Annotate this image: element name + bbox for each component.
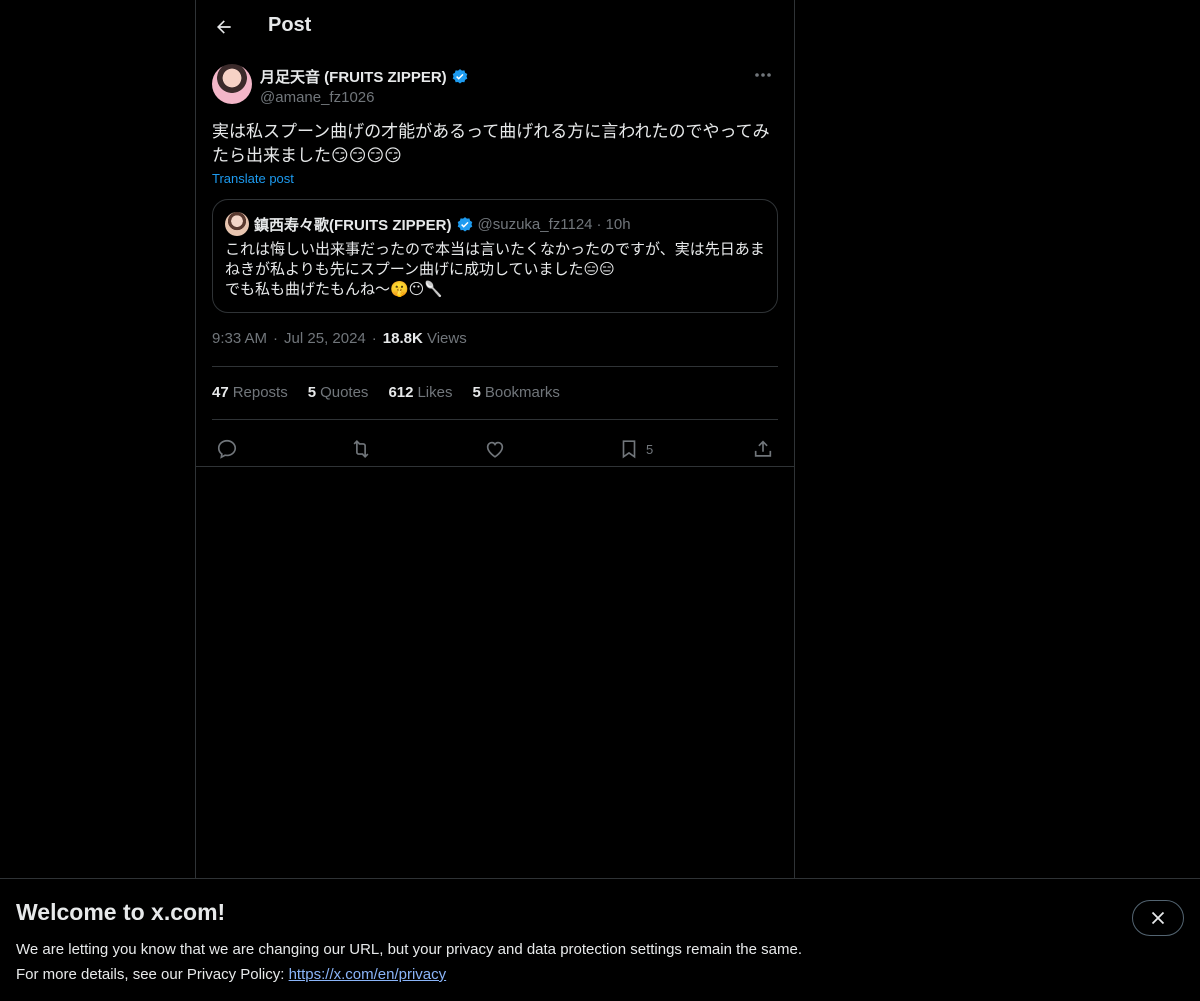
avatar[interactable] (212, 64, 252, 104)
reply-button[interactable] (216, 430, 238, 468)
divider (212, 419, 778, 420)
top-bar: Post (196, 0, 794, 54)
separator-dot: · (371, 330, 377, 347)
back-arrow-icon (214, 17, 234, 37)
url-change-banner: Welcome to x.com! We are letting you kno… (0, 878, 1200, 1001)
banner-title: Welcome to x.com! (16, 899, 226, 925)
stat-count: 612 (388, 384, 414, 401)
separator-dot: · (273, 330, 279, 347)
bookmark-button[interactable]: 5 (618, 430, 653, 468)
views-count: 18.8K (382, 330, 423, 347)
close-icon (1151, 911, 1165, 925)
quote-header: 鎮西寿々歌(FRUITS ZIPPER) @suzuka_fz1124 · 10… (254, 214, 631, 235)
stat-likes[interactable]: 612 Likes (388, 384, 452, 401)
quote-timestamp: 10h (605, 216, 631, 233)
like-icon (484, 438, 506, 460)
more-button[interactable] (748, 64, 778, 86)
back-button[interactable] (206, 9, 242, 45)
post-date[interactable]: Jul 25, 2024 (284, 330, 366, 347)
quote-text: これは悔しい出来事だったので本当は言いたくなかったのですが、実は先日あまねきが私… (225, 241, 765, 298)
post-meta: 9:33 AM · Jul 25, 2024 · 18.8K Views (212, 330, 467, 347)
quote-author-handle: @suzuka_fz1124 (477, 216, 593, 233)
verified-badge-icon (451, 68, 469, 86)
stat-quotes[interactable]: 5 Quotes (308, 384, 369, 401)
stat-bookmarks[interactable]: 5 Bookmarks (473, 384, 560, 401)
banner-line: For more details, see our Privacy Policy… (16, 962, 802, 987)
quoted-post[interactable]: 鎮西寿々歌(FRUITS ZIPPER) @suzuka_fz1124 · 10… (212, 199, 778, 313)
stat-count: 5 (307, 384, 317, 401)
translate-post-link[interactable]: Translate post (212, 171, 294, 186)
banner-text: We are letting you know that we are chan… (16, 937, 802, 987)
close-button[interactable] (1132, 900, 1184, 936)
stat-label: Reposts (232, 384, 288, 401)
separator-dot: · (596, 216, 602, 233)
stat-count: 5 (472, 384, 481, 401)
banner-line: We are letting you know that we are chan… (16, 941, 802, 958)
author-block: 月足天音 (FRUITS ZIPPER) @amane_fz1026 (260, 66, 469, 106)
post-time[interactable]: 9:33 AM (212, 330, 267, 347)
bookmark-count: 5 (646, 441, 654, 457)
stat-label: Quotes (320, 384, 369, 401)
stat-reposts[interactable]: 47 Reposts (212, 384, 288, 401)
like-button[interactable] (484, 430, 506, 468)
repost-button[interactable] (350, 430, 372, 468)
action-bar: 5 (212, 430, 778, 468)
page-title: Post (268, 14, 312, 36)
post-stats: 47 Reposts 5 Quotes 612 Likes 5 Bookmark… (212, 384, 560, 401)
main-column: Post 月足天音 (FRUITS ZIPPER) @amane_fz1026 … (195, 0, 795, 1000)
reply-icon (216, 438, 238, 460)
privacy-policy-link[interactable]: https://x.com/en/privacy (289, 966, 447, 983)
quote-author-name: 鎮西寿々歌(FRUITS ZIPPER) (254, 217, 452, 234)
divider (212, 366, 778, 367)
share-icon (752, 438, 774, 460)
author-handle[interactable]: @amane_fz1026 (260, 89, 469, 106)
divider (196, 466, 794, 467)
stat-count: 47 (212, 384, 229, 401)
quote-avatar[interactable] (225, 212, 249, 236)
more-icon (754, 72, 772, 78)
views-label: Views (426, 330, 467, 347)
bookmark-icon (618, 438, 640, 460)
banner-line-prefix: For more details, see our Privacy Policy… (16, 966, 289, 983)
repost-icon (350, 438, 372, 460)
share-button[interactable] (752, 430, 774, 468)
author-name[interactable]: 月足天音 (FRUITS ZIPPER) (260, 66, 447, 87)
stat-label: Likes (417, 384, 453, 401)
post-text: 実は私スプーン曲げの才能があるって曲げれる方に言われたのでやってみたら出来ました… (212, 122, 770, 165)
verified-badge-icon (456, 216, 474, 234)
stat-label: Bookmarks (484, 384, 560, 401)
